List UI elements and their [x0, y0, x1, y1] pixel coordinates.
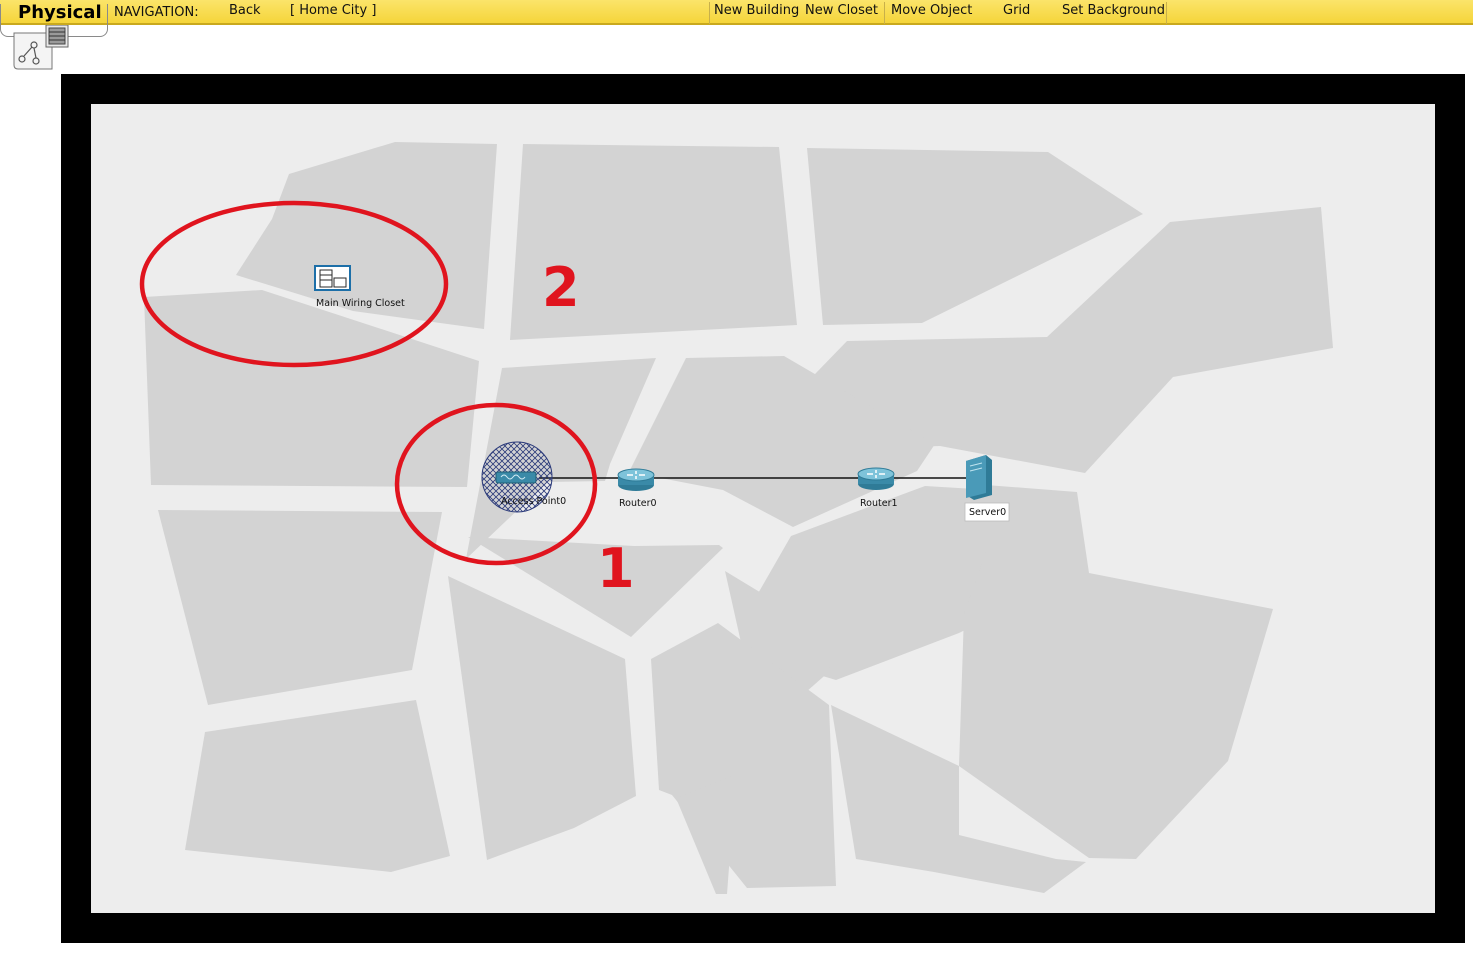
city-map-canvas[interactable]: Main Wiring Closet Access Point0 Router0 [91, 104, 1435, 913]
toolbar-separator [884, 2, 885, 24]
access-point-label: Access Point0 [501, 496, 566, 507]
wiring-closet-view-icon[interactable] [45, 25, 69, 48]
back-button[interactable]: Back [229, 3, 261, 23]
router-icon [617, 468, 655, 482]
grid-button[interactable]: Grid [1003, 3, 1030, 23]
access-point-icon [495, 471, 537, 484]
city-block [959, 485, 1273, 859]
wiring-closet-label: Main Wiring Closet [316, 298, 405, 309]
new-building-button[interactable]: New Building [714, 3, 799, 23]
annotation-number-1: 1 [597, 537, 635, 600]
router0[interactable]: Router0 [617, 468, 657, 509]
workspace-mode-label: Physical [18, 2, 102, 23]
physical-toolbar: Physical NAVIGATION: Back [ Home City ] … [0, 0, 1473, 25]
view-switch-icons[interactable] [12, 25, 80, 71]
router1-label: Router1 [860, 498, 898, 509]
move-object-button[interactable]: Move Object [891, 3, 972, 23]
city-block [185, 700, 450, 872]
server0-label: Server0 [969, 507, 1006, 518]
router-icon [857, 467, 895, 481]
new-closet-button[interactable]: New Closet [805, 3, 878, 23]
city-map: Main Wiring Closet Access Point0 Router0 [139, 142, 1333, 894]
toolbar-separator [1166, 2, 1167, 24]
set-background-button[interactable]: Set Background [1062, 3, 1165, 23]
router0-label: Router0 [619, 498, 657, 509]
city-blocks [144, 142, 1333, 894]
toolbar-separator [709, 2, 710, 24]
annotation-number-2: 2 [542, 256, 580, 319]
city-block [158, 510, 442, 705]
navigation-label: NAVIGATION: [114, 5, 199, 20]
location-breadcrumb[interactable]: [ Home City ] [290, 3, 376, 23]
